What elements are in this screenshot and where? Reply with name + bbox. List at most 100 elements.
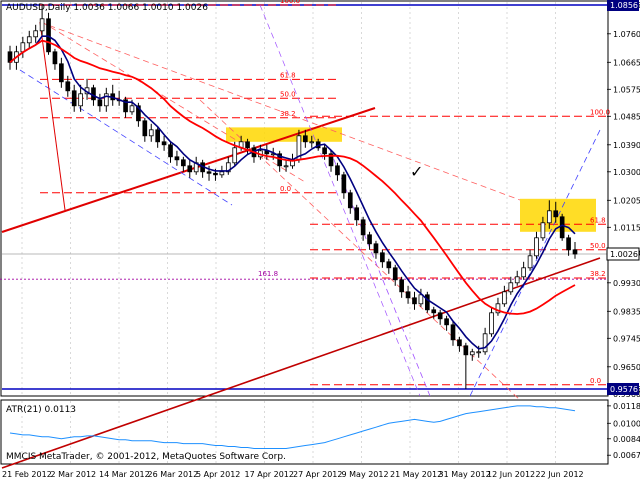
copyright-text: MMCIS MetaTrader, © 2001-2012, MetaQuote… bbox=[6, 452, 286, 462]
time-tick-label: 17 Apr 2012 bbox=[245, 470, 294, 479]
candle-bear bbox=[206, 171, 212, 174]
candle-bull bbox=[129, 105, 135, 113]
candle-bull bbox=[489, 312, 494, 335]
candle-bear bbox=[187, 165, 193, 173]
candle-bear bbox=[52, 51, 58, 65]
price-tick-label: 1.0390 bbox=[613, 141, 640, 150]
candle-bear bbox=[142, 120, 148, 137]
candle-bear bbox=[161, 141, 167, 146]
candle-bear bbox=[174, 156, 180, 161]
candle-bull bbox=[521, 267, 526, 278]
candle-bull bbox=[283, 165, 289, 168]
candle-bull bbox=[33, 30, 39, 38]
bottom-price-label: 0.9576 bbox=[610, 385, 638, 394]
price-tick-label: 1.0115 bbox=[613, 223, 640, 232]
atr-tick-label: 0.0084 bbox=[613, 435, 640, 444]
candle-bear bbox=[181, 159, 186, 167]
candle-bull bbox=[527, 255, 533, 269]
candle-bear bbox=[71, 90, 77, 107]
chart-window: 100.061.850.038.20.0100.061.850.038.20.0… bbox=[0, 0, 640, 480]
candle-bull bbox=[148, 129, 154, 137]
fib-right-0-label: 0.0 bbox=[590, 377, 601, 385]
time-tick-label: 12 Jun 2012 bbox=[487, 470, 535, 479]
candle-bull bbox=[502, 291, 507, 305]
candle-bull bbox=[418, 294, 424, 305]
fib-extension-label: 161.8 bbox=[258, 270, 278, 278]
candle-bear bbox=[245, 141, 250, 149]
candle-bear bbox=[553, 210, 559, 218]
atr-tick-label: 0.0100 bbox=[613, 419, 640, 428]
top-price-label: 1.0856 bbox=[610, 1, 638, 10]
candle-bull bbox=[219, 171, 225, 176]
atr-info: ATR(21) 0.0113 bbox=[6, 405, 77, 415]
fib-left-100-label: 100.0 bbox=[280, 0, 300, 5]
price-tick-label: 0.9650 bbox=[613, 363, 640, 372]
candle-bear bbox=[373, 243, 379, 254]
candle-bear bbox=[431, 309, 437, 314]
candle-bear bbox=[399, 279, 404, 293]
candle-bear bbox=[380, 252, 385, 263]
time-tick-label: 21 May 2012 bbox=[390, 470, 442, 479]
symbol-info: AUDUSD,Daily 1.0036 1.0066 1.0010 1.0026 bbox=[6, 3, 208, 13]
fib-right-382-label: 38.2 bbox=[590, 270, 606, 278]
candle-bear bbox=[347, 192, 353, 209]
candle-bear bbox=[444, 318, 449, 326]
candle-bull bbox=[309, 141, 315, 144]
candle-bear bbox=[367, 234, 372, 245]
candle-bear bbox=[463, 345, 469, 356]
candle-bull bbox=[514, 276, 520, 284]
fib-right-100-label: 100.0 bbox=[590, 108, 610, 116]
candle-bear bbox=[360, 219, 366, 236]
candle-bear bbox=[392, 267, 398, 281]
time-tick-label: 2 Mar 2012 bbox=[51, 470, 97, 479]
candle-bull bbox=[78, 93, 83, 107]
candle-bear bbox=[437, 312, 443, 320]
fib-left-50-label: 50.0 bbox=[280, 90, 296, 98]
highlight-zone-left bbox=[226, 127, 342, 142]
candle-bear bbox=[450, 324, 456, 341]
candle-bear bbox=[155, 129, 160, 143]
candle-bear bbox=[412, 297, 417, 305]
candle-bear bbox=[425, 294, 430, 311]
candle-bear bbox=[566, 237, 571, 251]
atr-tick-label: 0.0118 bbox=[613, 402, 640, 411]
candle-bear bbox=[354, 207, 360, 221]
fib-right-50-label: 50.0 bbox=[590, 242, 606, 250]
time-tick-label: 14 Mar 2012 bbox=[99, 470, 150, 479]
atr-tick-label: 0.0067 bbox=[613, 451, 640, 460]
price-tick-label: 0.9745 bbox=[613, 334, 640, 343]
price-tick-label: 1.0300 bbox=[613, 168, 640, 177]
time-tick-label: 21 Feb 2012 bbox=[2, 470, 52, 479]
candle-bear bbox=[97, 99, 103, 107]
candle-bear bbox=[335, 165, 340, 176]
price-tick-label: 1.0760 bbox=[613, 30, 640, 39]
price-tick-label: 1.0665 bbox=[613, 58, 640, 67]
candle-bear bbox=[341, 174, 347, 194]
chart-canvas: 100.061.850.038.20.0100.061.850.038.20.0… bbox=[0, 0, 640, 479]
candle-bear bbox=[386, 261, 392, 269]
candle-bull bbox=[540, 222, 546, 239]
candle-bear bbox=[168, 144, 173, 158]
price-tick-label: 1.0575 bbox=[613, 85, 640, 94]
candle-bull bbox=[39, 18, 45, 32]
candle-bear bbox=[322, 147, 327, 155]
candle-bear bbox=[213, 172, 218, 176]
candle-bear bbox=[457, 339, 462, 347]
time-tick-label: 26 Mar 2012 bbox=[148, 470, 199, 479]
candle-bull bbox=[476, 351, 482, 354]
fib-right-618-label: 61.8 bbox=[590, 216, 606, 224]
candle-bear bbox=[59, 63, 64, 83]
price-tick-label: 0.9930 bbox=[613, 279, 640, 288]
candle-bear bbox=[91, 87, 96, 101]
candle-bear bbox=[65, 81, 71, 92]
candle-bull bbox=[482, 333, 488, 353]
price-tick-label: 0.9835 bbox=[613, 307, 640, 316]
current-price-label: 1.0026 bbox=[610, 250, 638, 259]
candle-bear bbox=[559, 216, 565, 239]
checkmark-annotation: ✓ bbox=[410, 162, 424, 181]
price-tick-label: 1.0485 bbox=[613, 112, 640, 121]
candle-bull bbox=[232, 147, 238, 164]
candle-bull bbox=[534, 237, 539, 257]
candle-bear bbox=[46, 18, 51, 53]
candle-bull bbox=[26, 36, 32, 44]
